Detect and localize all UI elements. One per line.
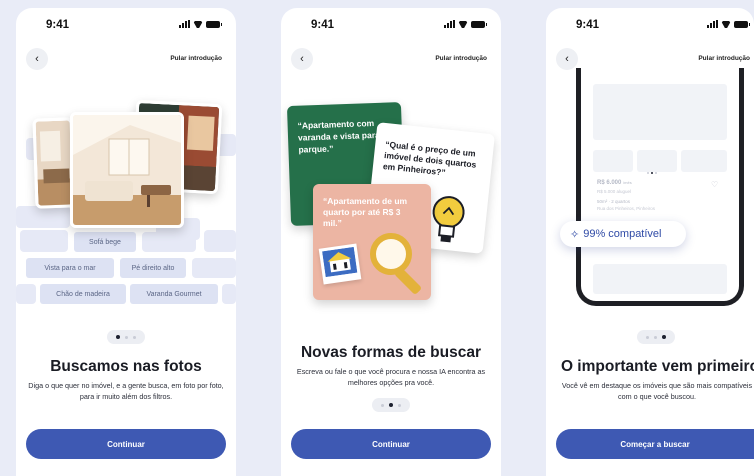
carousel-dots <box>107 330 145 344</box>
screen-title: Novas formas de buscar <box>300 344 482 361</box>
status-time: 9:41 <box>576 19 600 31</box>
status-bar: 9:41 <box>16 8 236 42</box>
onboarding-screen-search: 9:41 ‹ Pular introdução “Apartamento com… <box>281 8 501 476</box>
skip-intro-link[interactable]: Pular introdução <box>170 55 222 62</box>
chevron-left-icon: ‹ <box>35 53 39 65</box>
chevron-left-icon: ‹ <box>565 53 569 65</box>
chevron-left-icon: ‹ <box>300 53 304 65</box>
wifi-icon <box>458 20 468 28</box>
status-bar: 9:41 <box>281 8 501 42</box>
screen-title: Buscamos nas fotos <box>50 358 202 375</box>
back-button[interactable]: ‹ <box>26 48 48 70</box>
listing-sub: R$ 5.000 aluguel <box>597 189 632 194</box>
phone-mockup: R$ 6.000 /mês R$ 5.000 aluguel 50m² · 2 … <box>576 68 744 306</box>
onboarding-screen-match: 9:41 ‹ Pular introdução R$ 6.000 /mês R$… <box>546 8 754 476</box>
screen-description: Você vê em destaque os imóveis que são m… <box>561 381 753 401</box>
signal-icon <box>179 20 190 28</box>
wifi-icon <box>721 20 731 28</box>
screen-description: Diga o que quer no imóvel, e a gente bus… <box>28 381 224 401</box>
wifi-icon <box>193 20 203 28</box>
continue-button[interactable]: Continuar <box>26 429 226 459</box>
skip-intro-link[interactable]: Pular introdução <box>435 55 487 62</box>
chip-wood-floor: Chão de madeira <box>40 284 126 304</box>
signal-icon <box>707 20 718 28</box>
sparkle-icon: ✧ <box>570 228 580 241</box>
back-button[interactable]: ‹ <box>556 48 578 70</box>
house-photo-icon <box>318 243 362 285</box>
heart-icon[interactable]: ♡ <box>711 180 718 189</box>
compatibility-text: 99% compatível <box>583 228 662 240</box>
battery-icon <box>206 20 222 28</box>
photo-search-illustration: Sofá bege Vista para o mar Pé direito al… <box>16 98 236 304</box>
query-text: “Apartamento de um quarto por até R$ 3 m… <box>323 196 408 228</box>
chip-sea-view: Vista para o mar <box>26 258 114 278</box>
back-button[interactable]: ‹ <box>291 48 313 70</box>
battery-icon <box>471 20 487 28</box>
status-time: 9:41 <box>46 19 70 31</box>
chip-gourmet-balcony: Varanda Gourmet <box>130 284 218 304</box>
room-photo-main <box>70 112 184 228</box>
query-card-pink: “Apartamento de um quarto por até R$ 3 m… <box>313 184 431 300</box>
signal-icon <box>444 20 455 28</box>
screen-title: O importante vem primeiro <box>560 358 754 375</box>
magnifier-icon <box>370 233 421 294</box>
listing-address: Rua dos Pinheiros, Pinheiros <box>597 206 656 211</box>
screen-description: Escreva ou fale o que você procura e nos… <box>296 367 486 387</box>
start-search-button[interactable]: Começar a buscar <box>556 429 754 459</box>
query-text: “Qual é o preço de um imóvel de dois qua… <box>382 139 477 178</box>
continue-button[interactable]: Continuar <box>291 429 491 459</box>
onboarding-screen-photos: 9:41 ‹ Pular introdução Sofá bege Vista … <box>16 8 236 476</box>
chip-sofa: Sofá bege <box>74 232 136 252</box>
mini-dots <box>647 172 657 174</box>
carousel-dots <box>372 398 410 412</box>
battery-icon <box>734 20 750 28</box>
lightbulb-icon <box>432 196 465 243</box>
status-time: 9:41 <box>311 19 335 31</box>
compatibility-badge: ✧ 99% compatível <box>560 221 686 247</box>
listing-price: R$ 6.000 /mês <box>597 180 632 186</box>
listing-area: 50m² · 2 quartos <box>597 199 631 204</box>
skip-intro-link[interactable]: Pular introdução <box>698 55 750 62</box>
status-bar: 9:41 <box>546 8 754 42</box>
chip-high-ceiling: Pé direito alto <box>120 258 186 278</box>
carousel-dots <box>637 330 675 344</box>
